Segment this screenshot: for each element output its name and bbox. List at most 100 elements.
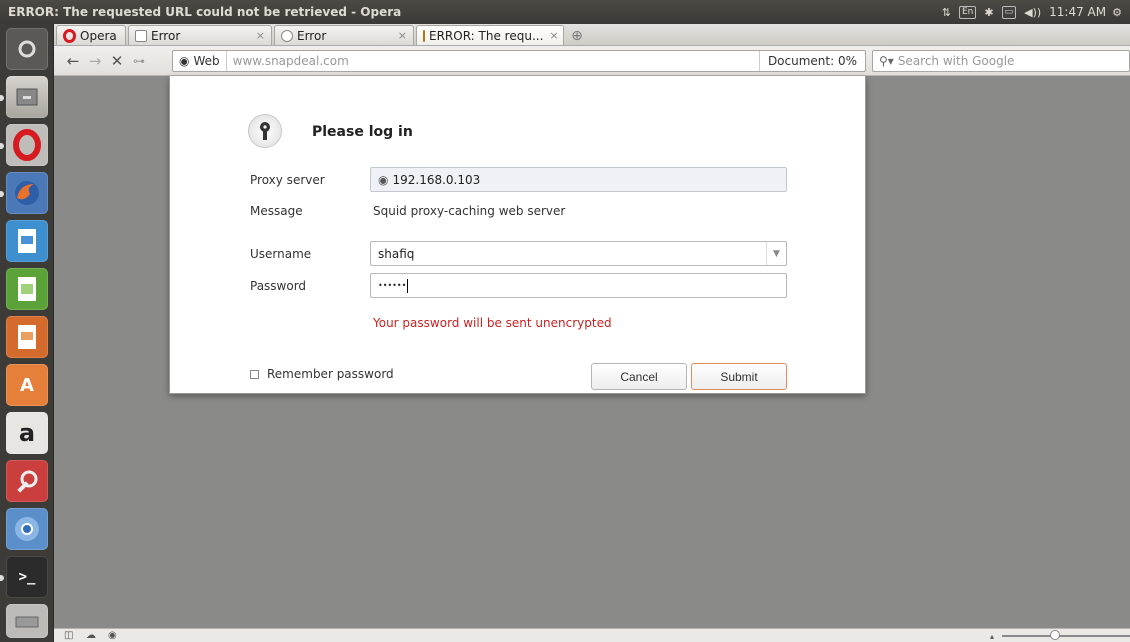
username-input[interactable]: shafiq ▼: [370, 241, 787, 266]
tab-label: Error: [297, 28, 327, 43]
dash-search-icon[interactable]: [6, 28, 48, 70]
status-bar: ◫ ☁ ◉ ▴: [54, 628, 1130, 642]
chromium-logo-icon: [15, 517, 39, 541]
network-indicator-icon[interactable]: ⇅: [942, 6, 951, 19]
amazon-logo-icon: a: [18, 419, 36, 447]
tab-error-2[interactable]: Error ×: [274, 25, 414, 45]
hard-drive-icon: [15, 616, 39, 628]
zoom-out-icon[interactable]: ▴: [990, 632, 994, 641]
proxy-server-label: Proxy server: [250, 173, 325, 187]
proxy-server-value: 192.168.0.103: [392, 172, 481, 187]
close-icon[interactable]: ×: [250, 29, 265, 42]
document-progress: Document: 0%: [758, 51, 865, 71]
panel-toggle-icon[interactable]: ◫: [64, 630, 76, 641]
keyboard-indicator[interactable]: En: [958, 5, 977, 19]
search-placeholder: Search with Google: [897, 54, 1015, 68]
volume-icon[interactable]: ◀)): [1024, 6, 1041, 19]
search-icon: ⚲▾: [879, 54, 894, 68]
password-input[interactable]: ••••••: [370, 273, 787, 298]
stop-icon[interactable]: ✕: [106, 52, 128, 70]
globe-icon: ◉: [179, 54, 190, 68]
amazon-app-icon[interactable]: a: [6, 412, 48, 454]
chromium-app-icon[interactable]: [6, 508, 48, 550]
url-input[interactable]: www.snapdeal.com: [227, 54, 759, 68]
page-icon: [135, 29, 147, 42]
opera-logo-icon: [13, 129, 41, 161]
browser-window: Opera Error × Error × ERROR: The requ...…: [54, 24, 1130, 642]
window-title: ERROR: The requested URL could not be re…: [8, 5, 402, 19]
back-arrow-icon[interactable]: ←: [62, 52, 84, 70]
shopping-bag-letter-a-icon: A: [20, 374, 34, 396]
bluetooth-icon[interactable]: ✱: [984, 6, 993, 19]
session-gear-icon[interactable]: ⚙: [1112, 6, 1122, 19]
launcher: A a >_: [0, 24, 54, 642]
firefox-logo-icon: [15, 181, 39, 205]
impress-app-icon[interactable]: [6, 316, 48, 358]
writer-app-icon[interactable]: [6, 220, 48, 262]
spreadsheet-icon: [18, 277, 36, 301]
tab-label: ERROR: The requ...: [429, 28, 544, 43]
software-center-icon[interactable]: A: [6, 364, 48, 406]
username-value: shafiq: [378, 246, 415, 261]
files-app-icon[interactable]: [6, 76, 48, 118]
search-input[interactable]: ⚲▾ Search with Google: [872, 50, 1130, 72]
clock[interactable]: 11:47 AM: [1049, 5, 1106, 19]
key-wand-icon[interactable]: ⊶: [128, 54, 150, 68]
tab-error-active[interactable]: ERROR: The requ... ×: [416, 25, 564, 45]
password-label: Password: [250, 279, 307, 293]
dialog-title: Please log in: [312, 124, 413, 140]
zoom-slider[interactable]: ▴: [990, 630, 1130, 641]
cancel-button[interactable]: Cancel: [591, 363, 687, 390]
system-settings-icon[interactable]: [6, 460, 48, 502]
opera-logo-icon: [63, 28, 76, 43]
remember-password-label: Remember password: [267, 367, 394, 381]
new-tab-plus-icon[interactable]: ⊕: [568, 27, 586, 45]
close-icon[interactable]: ×: [392, 29, 407, 42]
password-value: ••••••: [378, 281, 407, 290]
tab-bar: Opera Error × Error × ERROR: The requ...…: [54, 24, 1130, 46]
top-panel: ERROR: The requested URL could not be re…: [0, 0, 1130, 24]
terminal-prompt-icon: >_: [18, 569, 36, 585]
battery-icon[interactable]: ▭: [1001, 5, 1017, 19]
key-icon: [248, 114, 282, 148]
opera-menu-label: Opera: [80, 28, 117, 43]
close-icon[interactable]: ×: [543, 29, 558, 42]
dash-logo-icon: [18, 40, 36, 58]
drawer-icon: [16, 88, 38, 106]
opera-app-icon[interactable]: [6, 124, 48, 166]
chevron-down-icon[interactable]: ▼: [766, 242, 786, 265]
calc-app-icon[interactable]: [6, 268, 48, 310]
submit-button[interactable]: Submit: [691, 363, 787, 390]
message-value: Squid proxy-caching web server: [373, 204, 566, 218]
key-favicon-icon: [423, 29, 425, 42]
proxy-server-field: ◉ 192.168.0.103: [370, 167, 787, 192]
terminal-app-icon[interactable]: >_: [6, 556, 48, 598]
opera-menu-tab[interactable]: Opera: [56, 25, 126, 45]
proxy-login-dialog: Please log in Proxy server ◉ 192.168.0.1…: [169, 76, 866, 394]
forward-arrow-icon[interactable]: →: [84, 52, 106, 70]
tab-label: Error: [151, 28, 181, 43]
speed-dial-icon[interactable]: ◉: [108, 630, 120, 641]
document-icon: [18, 229, 36, 253]
web-badge[interactable]: ◉ Web: [173, 51, 227, 71]
checkbox-icon[interactable]: [250, 369, 259, 379]
presentation-icon: [18, 325, 36, 349]
globe-icon: ◉: [378, 172, 389, 187]
keyboard-layout-label: En: [958, 5, 977, 19]
web-badge-label: Web: [193, 54, 220, 68]
text-cursor: [407, 278, 409, 293]
message-label: Message: [250, 204, 303, 218]
tab-error-1[interactable]: Error ×: [128, 25, 272, 45]
zoom-track[interactable]: [1002, 635, 1130, 637]
wrench-gear-icon: [17, 470, 38, 493]
firefox-app-icon[interactable]: [6, 172, 48, 214]
unencrypted-warning: Your password will be sent unencrypted: [373, 316, 612, 330]
address-bar[interactable]: ◉ Web www.snapdeal.com Document: 0%: [172, 50, 866, 72]
zoom-handle[interactable]: [1050, 630, 1060, 640]
navigation-bar: ← → ✕ ⊶ ◉ Web www.snapdeal.com Document:…: [54, 46, 1130, 76]
loading-icon: [281, 29, 293, 42]
remember-password-checkbox[interactable]: Remember password: [250, 367, 394, 381]
cloud-icon[interactable]: ☁: [86, 630, 98, 641]
drive-app-icon[interactable]: [6, 604, 48, 638]
username-label: Username: [250, 247, 312, 261]
